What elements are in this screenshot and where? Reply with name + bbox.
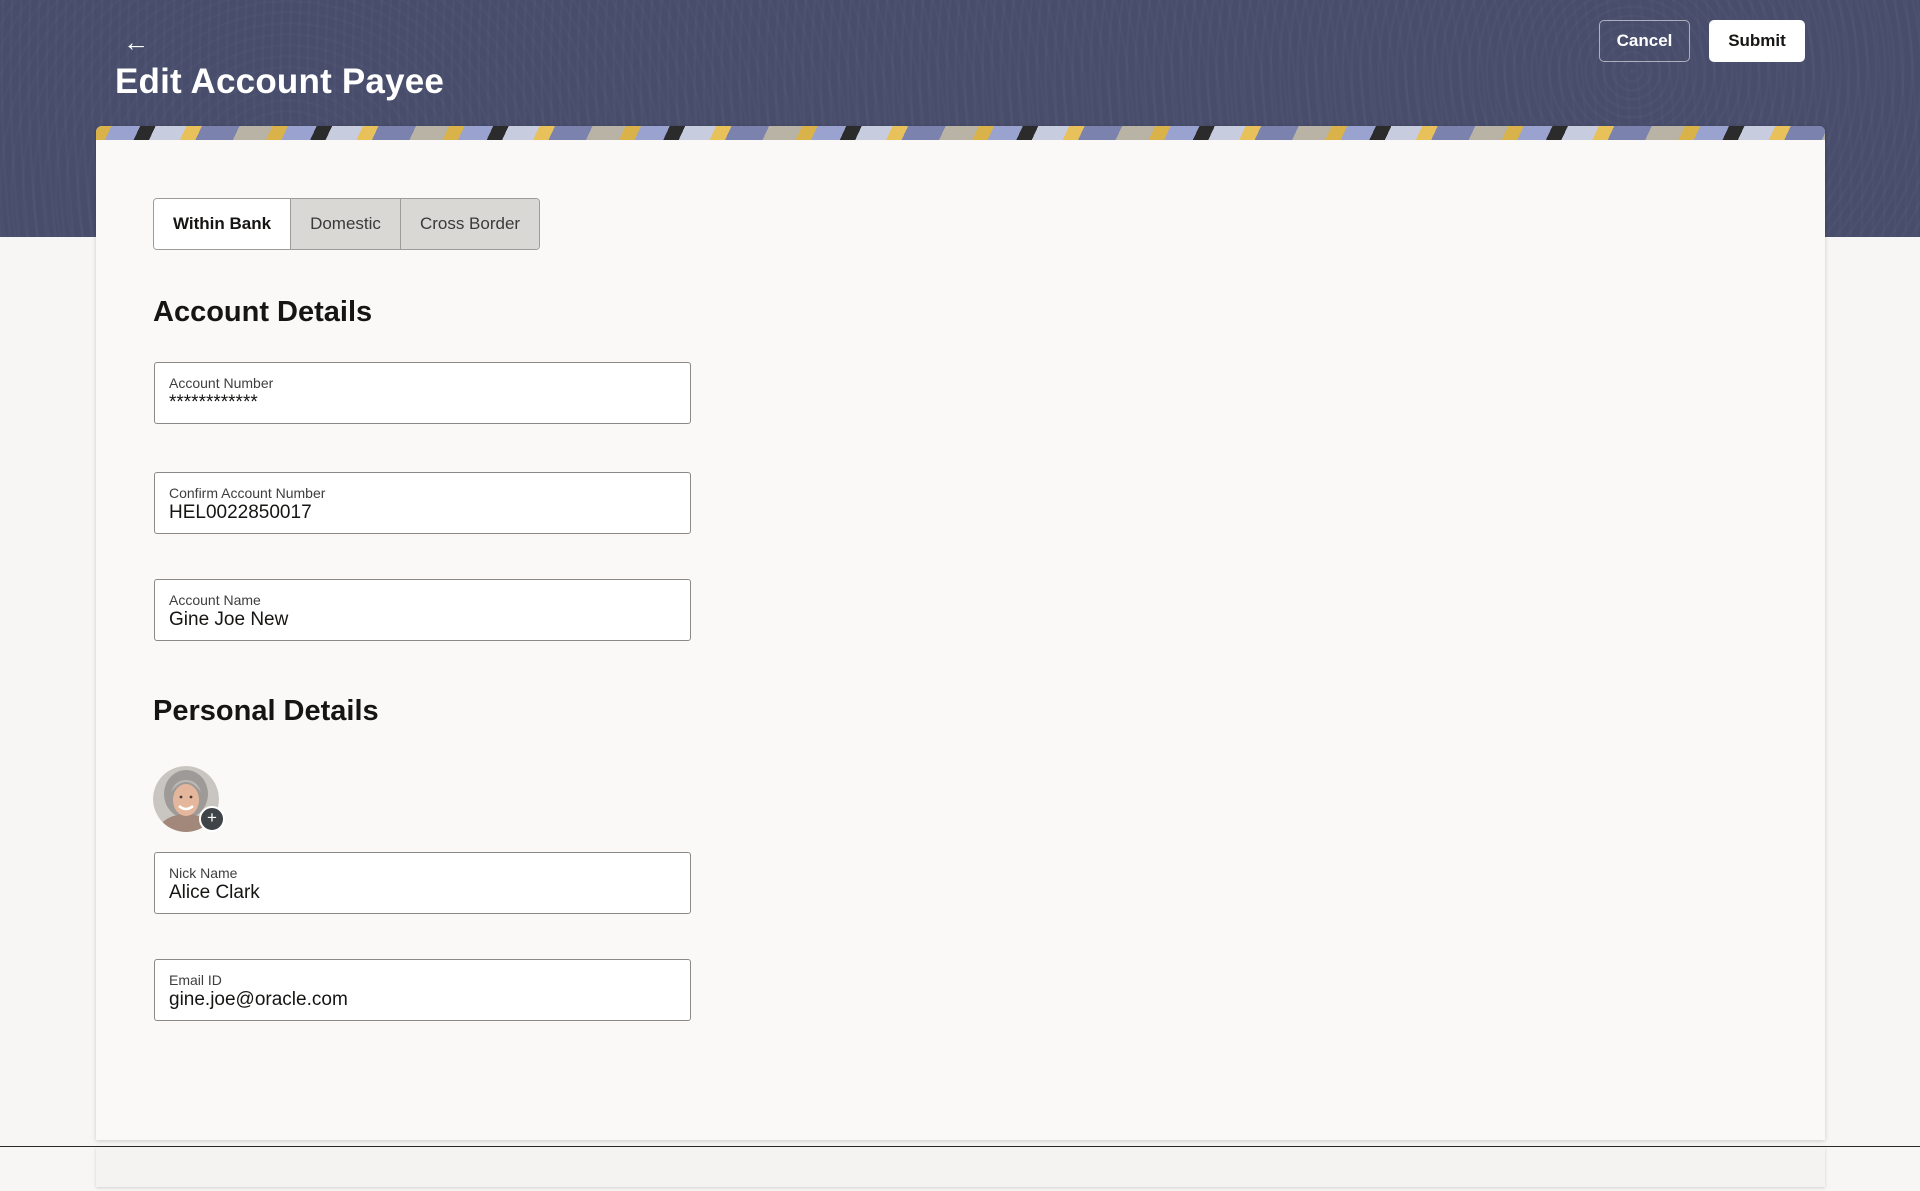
tab-within-bank[interactable]: Within Bank — [154, 199, 291, 249]
arrow-left-icon: ← — [123, 26, 149, 57]
cancel-button[interactable]: Cancel — [1599, 20, 1690, 62]
account-name-label: Account Name — [169, 592, 261, 608]
add-photo-button[interactable]: + — [199, 806, 225, 832]
footer-card — [96, 1147, 1825, 1187]
email-id-value: gine.joe@oracle.com — [169, 989, 348, 1010]
account-details-heading: Account Details — [153, 296, 373, 328]
tab-cross-border[interactable]: Cross Border — [399, 199, 540, 249]
back-button[interactable]: ← — [118, 24, 154, 60]
tab-domestic[interactable]: Domestic — [290, 199, 400, 249]
nick-name-field[interactable]: Nick Name Alice Clark — [154, 852, 691, 914]
email-id-label: Email ID — [169, 972, 222, 988]
confirm-account-number-value: HEL0022850017 — [169, 502, 312, 523]
nick-name-value: Alice Clark — [169, 882, 260, 903]
submit-button[interactable]: Submit — [1709, 20, 1805, 62]
account-name-field[interactable]: Account Name Gine Joe New — [154, 579, 691, 641]
account-number-field[interactable]: Account Number ************ — [154, 362, 691, 424]
page-title: Edit Account Payee — [115, 62, 445, 101]
confirm-account-number-field[interactable]: Confirm Account Number HEL0022850017 — [154, 472, 691, 534]
confirm-account-number-label: Confirm Account Number — [169, 485, 326, 501]
email-id-field[interactable]: Email ID gine.joe@oracle.com — [154, 959, 691, 1021]
personal-details-heading: Personal Details — [153, 695, 379, 727]
avatar-uploader: + — [153, 766, 225, 836]
nick-name-label: Nick Name — [169, 865, 238, 881]
form-card: Within Bank Domestic Cross Border Accoun… — [96, 126, 1825, 1140]
account-name-value: Gine Joe New — [169, 609, 289, 630]
account-number-value: ************ — [169, 392, 258, 413]
decorative-strip — [96, 126, 1825, 140]
payee-type-tabs: Within Bank Domestic Cross Border — [153, 198, 541, 250]
account-number-label: Account Number — [169, 375, 274, 391]
